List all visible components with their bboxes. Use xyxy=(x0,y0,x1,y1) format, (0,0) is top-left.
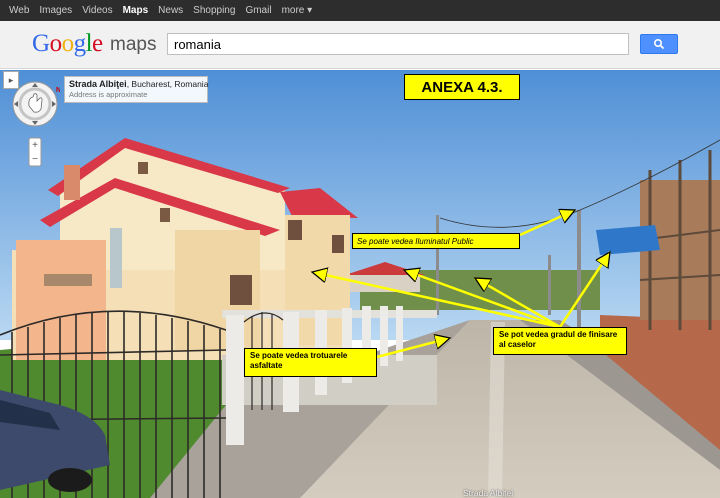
address-card: Strada Albiţei, Bucharest, Romania Addre… xyxy=(64,76,208,103)
nav-web[interactable]: Web xyxy=(9,5,29,16)
callout-asphalt-sidewalks: Se poate vedea trotuarele asfaltate xyxy=(244,348,377,377)
pan-control[interactable]: N xyxy=(12,81,60,127)
search-button[interactable] xyxy=(640,34,678,54)
nav-news[interactable]: News xyxy=(158,5,183,16)
nav-gmail[interactable]: Gmail xyxy=(245,5,271,16)
nav-shopping[interactable]: Shopping xyxy=(193,5,235,16)
search-icon xyxy=(653,38,665,50)
logo-letter: e xyxy=(92,30,103,57)
logo-letter: G xyxy=(32,30,50,57)
logo-letter: o xyxy=(49,30,63,57)
address-street: Strada Albiţei xyxy=(69,79,127,89)
annex-label: ANEXA 4.3. xyxy=(404,74,520,100)
google-logo[interactable]: Google xyxy=(32,30,103,58)
address-note: Address is approximate xyxy=(69,90,148,99)
address-city: , Bucharest, Romania xyxy=(126,79,209,89)
callout-public-lighting: Se poate vedea Iluminatul Public xyxy=(352,233,520,249)
maps-product-name: maps xyxy=(110,34,157,55)
maps-header: Google maps romania xyxy=(0,21,720,69)
svg-text:N: N xyxy=(56,87,60,94)
street-view-panorama[interactable]: Strada Albiţei xyxy=(0,70,720,498)
zoom-in-button[interactable]: + xyxy=(32,140,38,151)
top-nav-bar: Web Images Videos Maps News Shopping Gma… xyxy=(0,0,720,21)
street-view-controls: N + − xyxy=(12,81,60,167)
callout-house-finish: Se pot vedea gradul de finisare al casel… xyxy=(493,327,627,355)
nav-images[interactable]: Images xyxy=(39,5,72,16)
logo-letter: g xyxy=(73,30,87,57)
logo-letter: o xyxy=(61,30,75,57)
search-input[interactable]: romania xyxy=(167,33,629,55)
street-view-image xyxy=(0,70,720,498)
street-name-overlay: Strada Albiţei xyxy=(463,488,514,498)
nav-maps[interactable]: Maps xyxy=(123,5,149,16)
address-title: Strada Albiţei, Bucharest, Romania xyxy=(69,79,208,89)
nav-videos[interactable]: Videos xyxy=(82,5,112,16)
nav-more[interactable]: more ▾ xyxy=(282,5,313,16)
zoom-out-button[interactable]: − xyxy=(32,154,38,165)
